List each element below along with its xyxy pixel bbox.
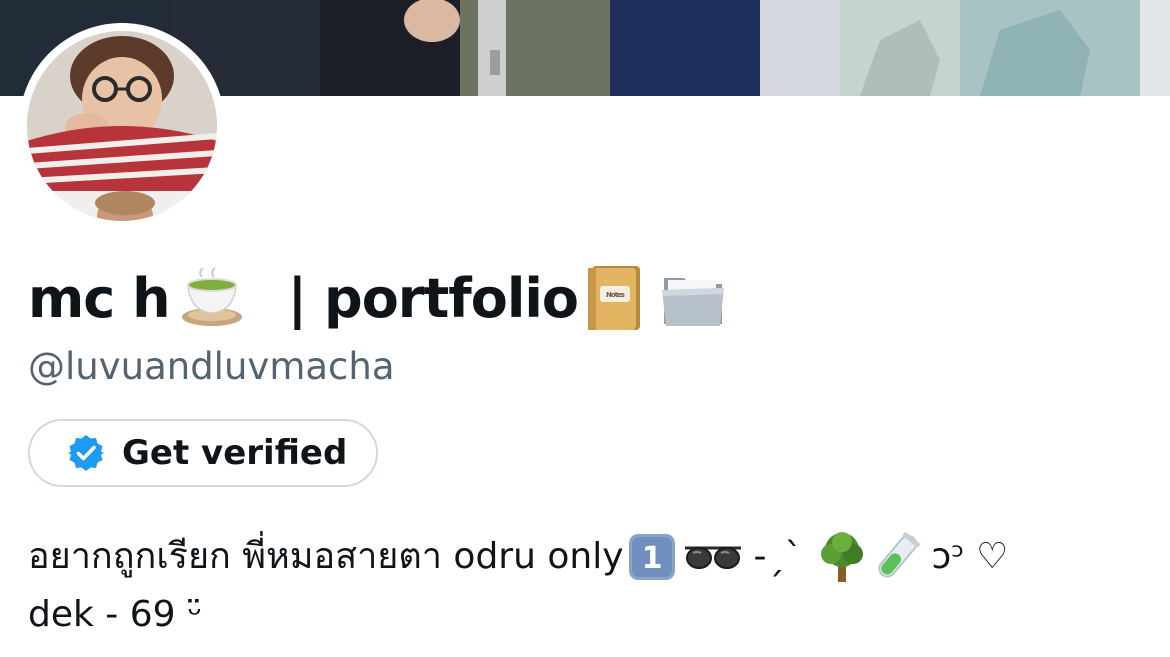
bio-symbols-b: ɔ [931, 536, 952, 577]
teacup-icon [178, 267, 246, 329]
bio-line-2: dek - 69 ᵕ̈ [28, 586, 1148, 644]
bio-text-1: อยากถูกเรียก พี่หมอสายตา odru only [28, 536, 624, 577]
bio-symbols-c: ᵓ ♡ [951, 536, 1009, 577]
notebook-label: Notes [606, 291, 625, 299]
test-tube-icon [873, 530, 921, 584]
notebook-icon: Notes [586, 264, 644, 332]
display-name-suffix: | portfolio [287, 266, 579, 330]
profile-bio: อยากถูกเรียก พี่หมอสายตา odru only 1 -ˏˋ [28, 528, 1148, 644]
bio-text-2: dek - 69 [28, 594, 176, 635]
bio-face: ᵕ̈ [187, 594, 203, 635]
get-verified-label: Get verified [122, 433, 348, 473]
tree-icon [817, 530, 867, 584]
glasses-icon [683, 540, 743, 574]
verified-badge-icon [66, 433, 106, 473]
keycap-1-icon: 1 [627, 532, 677, 582]
display-name-text: mc h [28, 266, 171, 330]
profile-display-name: mc h | portfolio Notes [28, 258, 734, 338]
avatar[interactable] [27, 31, 217, 221]
keycap-digit: 1 [641, 541, 662, 576]
profile-avatar-frame [19, 23, 225, 229]
profile-handle: @luvuandluvmacha [28, 345, 395, 388]
bio-line-1: อยากถูกเรียก พี่หมอสายตา odru only 1 -ˏˋ [28, 528, 1148, 586]
get-verified-button[interactable]: Get verified [28, 419, 378, 487]
folder-icon [660, 268, 726, 328]
bio-symbols-a: -ˏˋ [753, 536, 803, 577]
